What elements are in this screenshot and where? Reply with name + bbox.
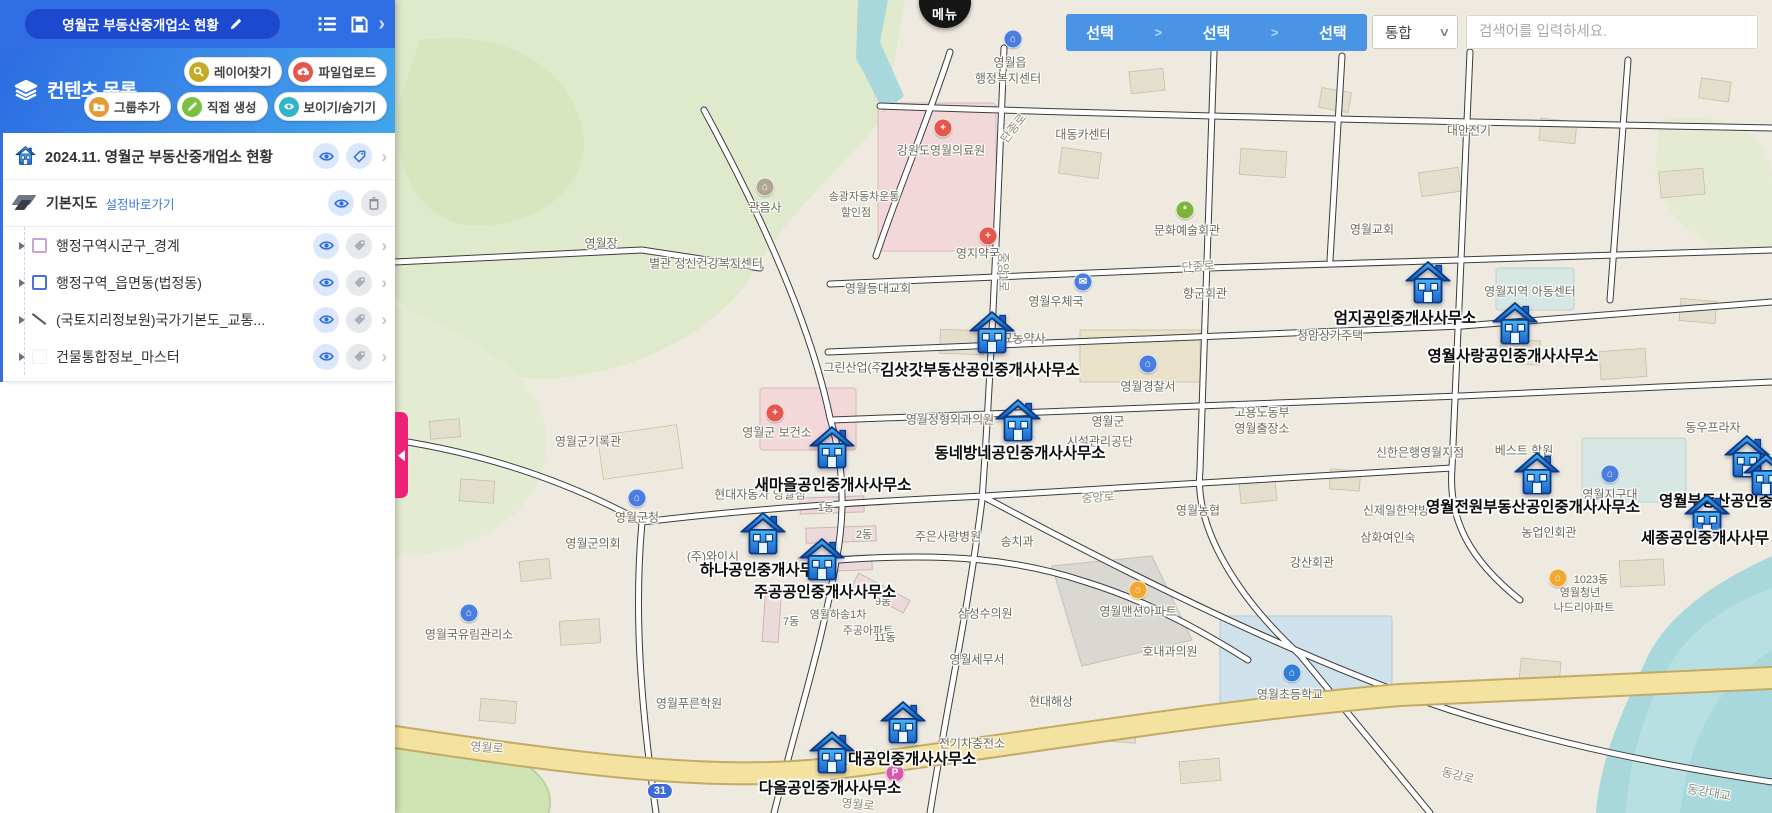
create-direct-label: 직접 생성 xyxy=(207,101,257,115)
row-chevron-icon[interactable]: › xyxy=(381,237,387,254)
visibility-eye-button[interactable] xyxy=(313,306,340,333)
row-chevron-icon[interactable]: › xyxy=(381,311,387,328)
show-hide-label: 보이기/숨기기 xyxy=(303,101,376,115)
project-row-label: 2024.11. 영월군 부동산중개업소 현황 xyxy=(45,149,273,166)
content-list: 2024.11. 영월군 부동산중개업소 현황 › 기본지도 설정바로가기 행정… xyxy=(0,133,395,382)
sidebar-titlebar: 영월군 부동산중개업소 현황 › xyxy=(0,0,395,48)
tag-button[interactable] xyxy=(346,343,373,370)
row-chevron-icon[interactable]: › xyxy=(381,148,387,165)
layer-label: 행정구역시군구_경계 xyxy=(56,237,180,254)
pencil-icon xyxy=(182,96,203,117)
list-view-icon[interactable] xyxy=(318,16,337,32)
step-separator: > xyxy=(1154,25,1163,40)
map-marker-house-icon[interactable] xyxy=(809,426,855,471)
map-marker-house-icon[interactable] xyxy=(799,538,845,583)
layer-row-ngii-traffic[interactable]: (국토지리정보원)국가기본도_교통... › xyxy=(3,301,395,338)
map-marker-house-icon[interactable] xyxy=(1492,302,1538,347)
layer-swatch xyxy=(32,275,47,290)
expand-arrow-icon[interactable] xyxy=(19,241,25,250)
visibility-eye-button[interactable] xyxy=(313,232,340,259)
list-bottom-divider xyxy=(3,375,395,382)
search-icon xyxy=(188,61,209,82)
layer-swatch xyxy=(32,312,47,327)
tag-button[interactable] xyxy=(346,269,373,296)
sidebar-collapse-tab[interactable]: ◀ xyxy=(395,412,408,498)
layers-icon xyxy=(14,79,38,100)
layer-label: 건물통합정보_마스터 xyxy=(56,348,180,365)
layer-row-admin-sigungu[interactable]: 행정구역시군구_경계 › xyxy=(3,227,395,264)
save-icon[interactable] xyxy=(351,15,368,33)
map-marker-house-icon[interactable] xyxy=(1743,453,1772,498)
row-chevron-icon[interactable]: › xyxy=(381,274,387,291)
project-row[interactable]: 2024.11. 영월군 부동산중개업소 현황 › xyxy=(3,133,395,180)
upload-cloud-icon xyxy=(293,61,314,82)
find-layer-label: 레이어찾기 xyxy=(213,66,272,80)
expand-arrow-icon[interactable] xyxy=(19,278,25,287)
basemap-settings-link[interactable]: 설정바로가기 xyxy=(106,194,175,213)
search-category-value: 통합 xyxy=(1385,25,1412,42)
search-input[interactable] xyxy=(1466,15,1758,49)
sidebar: 영월군 부동산중개업소 현황 › 컨텐츠 목록 레이어찾기 파일업로드 그룹추가… xyxy=(0,0,395,813)
file-upload-label: 파일업로드 xyxy=(318,66,376,80)
collapse-arrow-icon: ◀ xyxy=(398,446,405,463)
visibility-eye-button[interactable] xyxy=(313,269,340,296)
step-separator: > xyxy=(1270,25,1279,40)
search-category-dropdown[interactable]: 통합 ∨ xyxy=(1372,15,1458,49)
tag-button[interactable] xyxy=(346,306,373,333)
map-marker-house-icon[interactable] xyxy=(880,701,926,746)
delete-trash-button[interactable] xyxy=(361,190,387,216)
expand-arrow-icon[interactable] xyxy=(19,352,25,361)
basemap-icon xyxy=(11,195,37,211)
visibility-eye-button[interactable] xyxy=(328,190,354,216)
edit-pencil-icon[interactable] xyxy=(229,17,243,31)
menu-button-label: 메뉴 xyxy=(932,7,958,22)
find-layer-button[interactable]: 레이어찾기 xyxy=(183,57,283,86)
map-marker-house-icon[interactable] xyxy=(740,512,786,557)
add-group-button[interactable]: 그룹추가 xyxy=(84,92,172,121)
file-upload-button[interactable]: 파일업로드 xyxy=(288,57,387,86)
create-direct-button[interactable]: 직접 생성 xyxy=(177,92,268,121)
home-icon xyxy=(15,146,36,166)
step-select-2[interactable]: 선택 xyxy=(1203,22,1231,43)
map-marker-house-icon[interactable] xyxy=(995,399,1041,444)
layer-swatch xyxy=(32,238,47,253)
show-hide-button[interactable]: 보이기/숨기기 xyxy=(273,92,387,121)
eye-icon xyxy=(278,96,299,117)
layer-row-admin-emd[interactable]: 행정구역_읍면동(법정동) › xyxy=(3,264,395,301)
map-marker-house-icon[interactable] xyxy=(1514,452,1560,497)
tag-button[interactable] xyxy=(346,143,373,169)
project-title-pill[interactable]: 영월군 부동산중개업소 현황 xyxy=(24,8,281,40)
add-group-label: 그룹추가 xyxy=(114,101,161,115)
region-step-bar: 선택 > 선택 > 선택 xyxy=(1066,14,1367,51)
tag-button[interactable] xyxy=(346,232,373,259)
layer-row-building-master[interactable]: 건물통합정보_마스터 › xyxy=(3,338,395,375)
map-marker-house-icon[interactable] xyxy=(969,311,1015,356)
layer-label: (국토지리정보원)국가기본도_교통... xyxy=(56,311,266,328)
map-marker-house-icon[interactable] xyxy=(1405,261,1451,306)
map-marker-house-icon[interactable] xyxy=(809,731,855,776)
expand-arrow-icon[interactable] xyxy=(19,315,25,324)
app-window: 영월읍 행정복지센터 강원도영월의료원 대동카센터 문화예술회관 영월교회 대안전기 관음사 송… xyxy=(0,0,1772,813)
visibility-eye-button[interactable] xyxy=(313,143,340,169)
basemap-label: 기본지도 xyxy=(46,195,98,211)
layer-swatch xyxy=(32,349,47,364)
sidebar-collapse-chevron-icon[interactable]: › xyxy=(378,14,385,34)
visibility-eye-button[interactable] xyxy=(313,343,340,370)
sidebar-header: 컨텐츠 목록 레이어찾기 파일업로드 그룹추가 직접 생성 보이기/숨기기 xyxy=(0,48,395,133)
layer-label: 행정구역_읍면동(법정동) xyxy=(56,274,202,291)
project-title: 영월군 부동산중개업소 현황 xyxy=(62,18,219,33)
step-select-1[interactable]: 선택 xyxy=(1086,22,1114,43)
chevron-down-icon: ∨ xyxy=(1438,25,1451,39)
folder-plus-icon xyxy=(89,96,110,117)
row-chevron-icon[interactable]: › xyxy=(381,348,387,365)
basemap-row[interactable]: 기본지도 설정바로가기 xyxy=(3,180,395,227)
step-select-3[interactable]: 선택 xyxy=(1319,22,1347,43)
map-marker-house-icon[interactable] xyxy=(1684,494,1730,539)
